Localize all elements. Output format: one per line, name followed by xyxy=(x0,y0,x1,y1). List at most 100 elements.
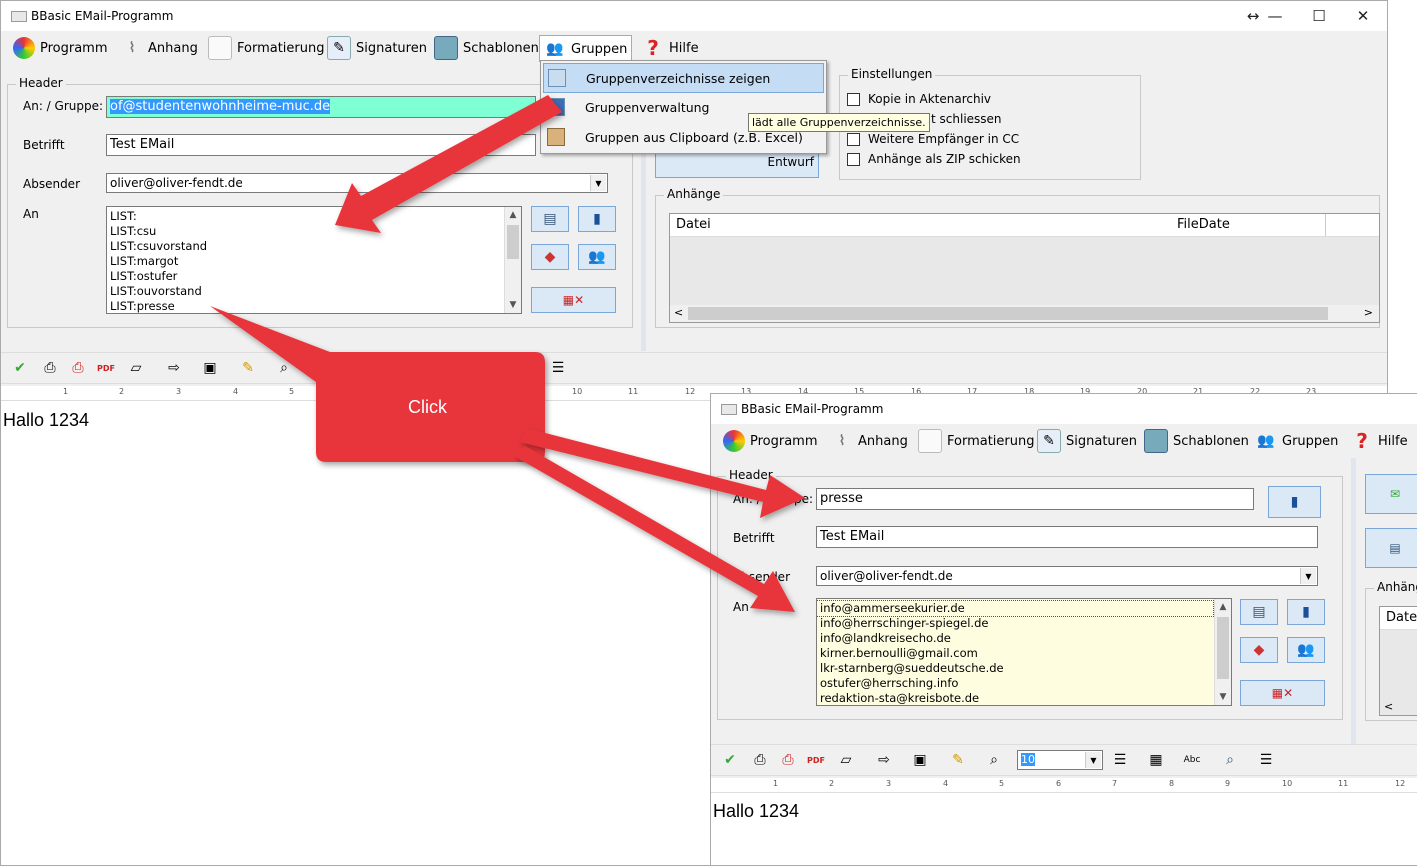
group-button[interactable]: 👥 xyxy=(1287,637,1325,663)
menu-item-gruppenverzeichnisse-zeigen[interactable]: Gruppenverzeichnisse zeigen xyxy=(543,63,824,93)
clear-list-button[interactable]: ▦✕ xyxy=(531,287,616,313)
list-item[interactable]: info@herrschinger-spiegel.de xyxy=(817,616,1231,631)
to-input[interactable]: presse xyxy=(816,488,1254,510)
scroll-up-icon[interactable]: ▲ xyxy=(1215,599,1231,615)
menu-schablonen[interactable]: Schablonen xyxy=(1140,428,1253,454)
edit-doc-icon[interactable]: ▱ xyxy=(125,358,147,378)
scroll-up-icon[interactable]: ▲ xyxy=(505,207,521,223)
print-icon[interactable]: ⎙ xyxy=(749,750,771,770)
list-item[interactable]: ostufer@herrsching.info xyxy=(817,676,1231,691)
to-input[interactable]: of@studentenwohnheime-muc.de xyxy=(106,96,536,118)
list-item[interactable]: LIST:csuvorstand xyxy=(107,239,521,254)
list-item[interactable]: LIST:csu xyxy=(107,224,521,239)
list-item[interactable]: LIST: xyxy=(107,209,521,224)
group-button[interactable]: 👥 xyxy=(578,244,616,270)
edit-doc-icon[interactable]: ▱ xyxy=(835,750,857,770)
sender-select[interactable]: oliver@oliver-fendt.de ▼ xyxy=(816,566,1318,586)
menu-schablonen[interactable]: Schablonen xyxy=(430,35,543,61)
settings-checkbox[interactable]: Anhänge als ZIP schicken xyxy=(847,152,1021,166)
list-item[interactable]: info@landkreisecho.de xyxy=(817,631,1231,646)
attachments-table[interactable]: Datei < xyxy=(1379,606,1417,716)
zoom-icon[interactable]: ⌕ xyxy=(983,750,1005,770)
print-preview-icon[interactable]: ⎙ xyxy=(67,358,89,378)
check-icon[interactable]: ✔ xyxy=(719,750,741,770)
document-text[interactable]: Hallo 1234 xyxy=(3,410,89,431)
menu-gruppen[interactable]: 👥 Gruppen xyxy=(539,35,633,62)
column-header-datei[interactable]: Datei xyxy=(1380,607,1417,630)
minimize-button[interactable]: — xyxy=(1253,5,1297,27)
list-item[interactable]: LIST:ostufer xyxy=(107,269,521,284)
menu-formatierung[interactable]: Formatierung xyxy=(914,428,1039,454)
scroll-thumb[interactable] xyxy=(1217,617,1229,679)
scroll-thumb[interactable] xyxy=(688,307,1328,320)
list-item[interactable]: info@ammerseekurier.de xyxy=(817,600,1214,617)
export-icon[interactable]: ⇨ xyxy=(873,750,895,770)
list-scrollbar[interactable]: ▲ ▼ xyxy=(1214,599,1231,705)
subject-input[interactable]: Test EMail xyxy=(106,134,536,156)
column-header-datei[interactable]: Datei xyxy=(670,214,1177,237)
close-button[interactable]: ✕ xyxy=(1341,5,1385,27)
menu-hilfe[interactable]: ? Hilfe xyxy=(1347,428,1412,454)
list-format-icon[interactable]: ☰ xyxy=(547,358,569,378)
menu-anhang[interactable]: ⌇ Anhang xyxy=(827,428,912,454)
menu-signaturen[interactable]: ✎ Signaturen xyxy=(323,35,431,61)
chevron-down-icon[interactable]: ▼ xyxy=(1085,752,1101,768)
attachments-table[interactable]: Datei FileDate < > xyxy=(669,213,1380,323)
list-item[interactable]: LIST:margot xyxy=(107,254,521,269)
paragraph-icon[interactable]: ☰ xyxy=(1109,750,1131,770)
cube-button[interactable]: ◆ xyxy=(1240,637,1278,663)
recipient-list[interactable]: info@ammerseekurier.de info@herrschinger… xyxy=(816,598,1232,706)
pdf-icon[interactable]: PDF xyxy=(95,358,117,378)
checkbox[interactable] xyxy=(847,132,860,146)
pencil-icon[interactable]: ✎ xyxy=(237,358,259,378)
menu-hilfe[interactable]: ? Hilfe xyxy=(638,35,703,61)
scroll-right-icon[interactable]: > xyxy=(1364,306,1373,319)
draft-button[interactable]: ▤ xyxy=(1365,528,1417,568)
menu-formatierung[interactable]: Formatierung xyxy=(204,35,329,61)
menu-gruppen[interactable]: 👥 Gruppen xyxy=(1251,428,1342,454)
list-format-icon[interactable]: ☰ xyxy=(1255,750,1277,770)
subject-input[interactable]: Test EMail xyxy=(816,526,1318,548)
zoom-icon[interactable]: ⌕ xyxy=(273,358,295,378)
list-item[interactable]: LIST:ouvorstand xyxy=(107,284,521,299)
list-item[interactable]: lkr-starnberg@sueddeutsche.de xyxy=(817,661,1231,676)
pencil-icon[interactable]: ✎ xyxy=(947,750,969,770)
export-icon[interactable]: ⇨ xyxy=(163,358,185,378)
scroll-thumb[interactable] xyxy=(507,225,519,259)
pdf-icon[interactable]: PDF xyxy=(805,750,827,770)
list-item[interactable]: kirner.bernoulli@gmail.com xyxy=(817,646,1231,661)
add-contact-button[interactable]: ▮ xyxy=(1287,599,1325,625)
scroll-down-icon[interactable]: ▼ xyxy=(1215,689,1231,705)
menu-signaturen[interactable]: ✎ Signaturen xyxy=(1033,428,1141,454)
menu-programm[interactable]: Programm xyxy=(9,35,112,61)
list-item[interactable]: LIST:presse xyxy=(107,299,521,313)
checkbox[interactable] xyxy=(847,152,860,166)
address-book-button[interactable]: ▤ xyxy=(531,206,569,232)
search-icon[interactable]: ⌕ xyxy=(1219,750,1241,770)
send-button[interactable]: ✉ xyxy=(1365,474,1417,514)
scroll-left-icon[interactable]: < xyxy=(1384,700,1393,713)
settings-checkbox[interactable]: Weitere Empfänger in CC xyxy=(847,132,1019,146)
menu-programm[interactable]: Programm xyxy=(719,428,822,454)
recipient-list[interactable]: LIST: LIST:csu LIST:csuvorstand LIST:mar… xyxy=(106,206,522,314)
check-icon[interactable]: ✔ xyxy=(9,358,31,378)
print-icon[interactable]: ⎙ xyxy=(39,358,61,378)
add-contact-button[interactable]: ▮ xyxy=(1268,486,1321,518)
insert-field-icon[interactable]: ▣ xyxy=(909,750,931,770)
column-header-filedate[interactable]: FileDate xyxy=(1173,214,1326,237)
menu-anhang[interactable]: ⌇ Anhang xyxy=(117,35,202,61)
font-size-select[interactable]: 10 ▼ xyxy=(1017,750,1103,770)
table-icon[interactable]: ▦ xyxy=(1145,750,1167,770)
sender-select[interactable]: oliver@oliver-fendt.de ▼ xyxy=(106,173,608,193)
spellcheck-icon[interactable]: Abc xyxy=(1181,750,1203,770)
insert-field-icon[interactable]: ▣ xyxy=(199,358,221,378)
chevron-down-icon[interactable]: ▼ xyxy=(1300,568,1316,584)
settings-checkbox[interactable]: Kopie in Aktenarchiv xyxy=(847,92,991,106)
list-item[interactable]: redaktion-sta@kreisbote.de xyxy=(817,691,1231,705)
document-text[interactable]: Hallo 1234 xyxy=(713,801,799,822)
address-book-button[interactable]: ▤ xyxy=(1240,599,1278,625)
scroll-down-icon[interactable]: ▼ xyxy=(505,297,521,313)
horizontal-scrollbar[interactable]: < > xyxy=(670,305,1379,322)
clear-list-button[interactable]: ▦✕ xyxy=(1240,680,1325,706)
document-area[interactable]: Hallo 1234 xyxy=(711,793,1417,865)
